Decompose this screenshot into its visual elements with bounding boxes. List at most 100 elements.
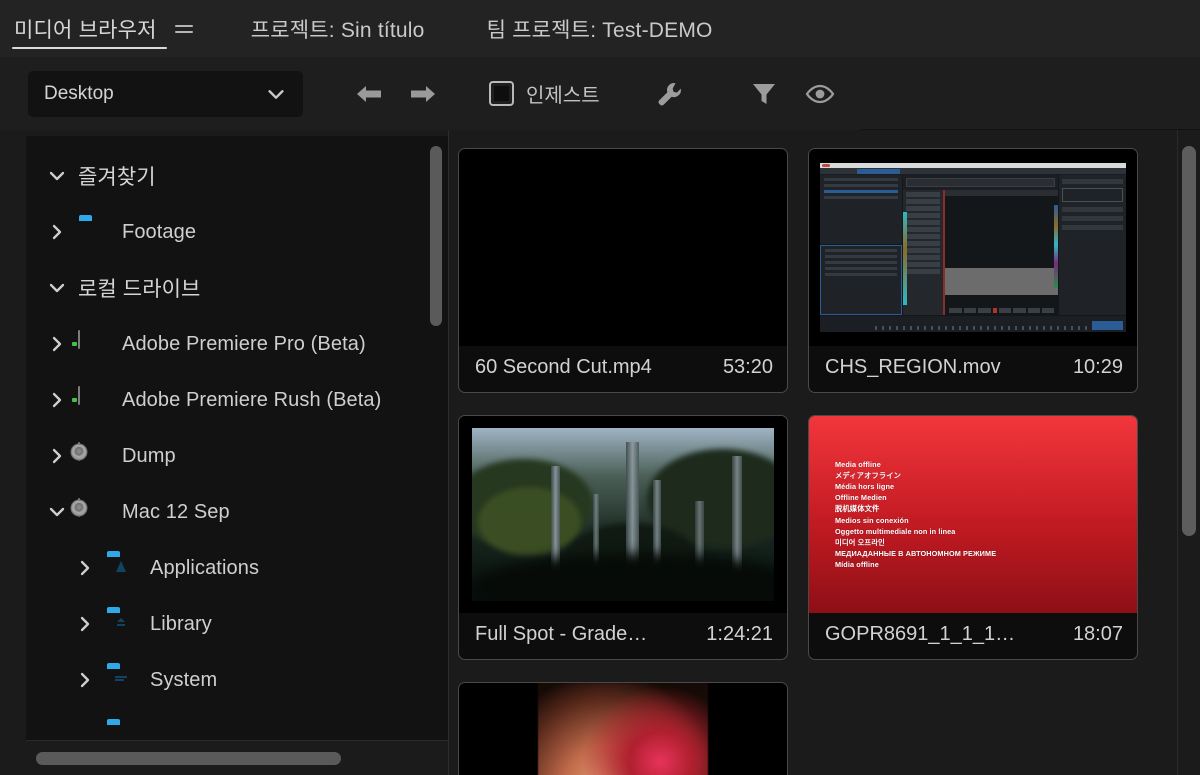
ingest-toggle[interactable]: 인제스트	[489, 79, 600, 108]
drive-icon	[72, 386, 108, 413]
forward-button[interactable]	[407, 81, 437, 107]
chevron-right-icon[interactable]	[40, 446, 74, 466]
media-thumbnail-preview	[459, 416, 787, 613]
offline-line: メディアオフライン	[835, 471, 902, 481]
tab-media-browser-label: 미디어 브라우저	[14, 18, 157, 42]
tree-item-footage[interactable]: Footage	[26, 204, 448, 260]
tree-item-premiere-pro-beta[interactable]: Adobe Premiere Pro (Beta)	[26, 316, 448, 372]
chevron-right-icon[interactable]	[68, 614, 102, 634]
media-item-name: CHS_REGION.mov	[825, 355, 1001, 378]
media-item-60-second-cut[interactable]: 60 Second Cut.mp4 53:20	[458, 148, 788, 393]
media-thumbnail-area: 60 Second Cut.mp4 53:20 CHS_REGION.mov 1…	[448, 130, 1200, 775]
tree-group-favorites-label: 즐겨찾기	[78, 166, 156, 189]
chevron-down-icon[interactable]	[40, 502, 74, 522]
tab-spacer	[203, 28, 237, 29]
media-item-full-spot-grade[interactable]: Full Spot - Grade… 1:24:21	[458, 415, 788, 660]
hamburger-line	[174, 30, 193, 33]
arrow-right-icon	[411, 85, 435, 102]
tree-item-partial[interactable]	[26, 708, 448, 740]
offline-line: 脱机媒体文件	[835, 504, 880, 514]
media-item-chs-region[interactable]: CHS_REGION.mov 10:29	[808, 148, 1138, 393]
tree-group-favorites[interactable]: 즐겨찾기	[26, 148, 448, 204]
tree-item-mac-12-sep-label: Mac 12 Sep	[122, 500, 230, 523]
filter-button[interactable]	[736, 74, 792, 114]
media-item-duration: 53:20	[722, 355, 773, 378]
media-vertical-scrollbar-thumb[interactable]	[1182, 146, 1196, 536]
offline-line: МЕДИАДАННЫЕ В АВТОНОМНОМ РЕЖИМЕ	[835, 548, 997, 558]
folder-icon	[78, 219, 108, 245]
media-browser-toolbar: Desktop 인제스트	[0, 57, 1200, 176]
warm-preview	[537, 683, 709, 775]
chevron-right-icon[interactable]	[40, 390, 74, 410]
media-item-meta: Full Spot - Grade… 1:24:21	[459, 613, 787, 659]
wrench-icon	[658, 82, 681, 106]
offline-line: Medios sin conexión	[835, 515, 909, 525]
sidebar-vertical-scrollbar[interactable]	[430, 146, 442, 326]
preview-toggle-button[interactable]	[792, 74, 848, 114]
forest-preview	[472, 427, 774, 602]
tree-item-dump[interactable]: Dump	[26, 428, 448, 484]
tab-team-project-label: 팀 프로젝트: Test-DEMO	[486, 18, 713, 42]
media-item-name: GOPR8691_1_1_1…	[825, 622, 1016, 645]
back-button[interactable]	[355, 81, 385, 107]
tree-item-system[interactable]: System	[26, 652, 448, 708]
offline-line: 미디어 오프라인	[835, 537, 885, 547]
folder-tree-panel: 즐겨찾기 Footage 로컬 드라이브 Adobe Premiere Pro …	[26, 136, 448, 740]
ingest-settings-button[interactable]	[642, 74, 698, 114]
chevron-down-icon	[268, 89, 284, 99]
folder-icon	[106, 611, 136, 637]
chevron-down-icon[interactable]	[40, 278, 74, 298]
tree-item-library-label: Library	[150, 612, 212, 635]
media-item-name: Full Spot - Grade…	[475, 622, 648, 645]
media-item-meta: CHS_REGION.mov 10:29	[809, 346, 1137, 392]
media-grid: 60 Second Cut.mp4 53:20 CHS_REGION.mov 1…	[458, 140, 1200, 775]
panel-tab-bar: 미디어 브라우저 프로젝트: Sin título 팀 프로젝트: Test-D…	[0, 0, 1200, 57]
tree-item-premiere-pro-beta-label: Adobe Premiere Pro (Beta)	[122, 332, 366, 355]
chevron-right-icon[interactable]	[68, 558, 102, 578]
media-thumbnail-preview: Media offline メディアオフライン Média hors ligne…	[809, 416, 1137, 613]
tree-item-library[interactable]: Library	[26, 596, 448, 652]
chevron-right-icon[interactable]	[68, 670, 102, 690]
folder-tree: 즐겨찾기 Footage 로컬 드라이브 Adobe Premiere Pro …	[26, 136, 448, 740]
ingest-label: 인제스트	[526, 85, 600, 107]
chevron-down-icon[interactable]	[40, 166, 74, 186]
disk-icon	[70, 442, 108, 469]
tree-group-local-drives-label: 로컬 드라이브	[78, 278, 201, 301]
checkbox-icon[interactable]	[489, 81, 514, 106]
tab-team-project[interactable]: 팀 프로젝트: Test-DEMO	[473, 0, 727, 57]
media-item-name: 60 Second Cut.mp4	[475, 355, 652, 378]
panel-divider	[448, 130, 449, 775]
location-dropdown-value: Desktop	[44, 82, 114, 104]
hamburger-line	[174, 24, 193, 27]
media-thumbnail-preview	[809, 149, 1137, 346]
media-thumbnail-preview	[459, 149, 787, 346]
media-item-duration: 18:07	[1072, 622, 1123, 645]
media-item-partial[interactable]	[458, 682, 788, 775]
media-browser-panel: 미디어 브라우저 프로젝트: Sin título 팀 프로젝트: Test-D…	[0, 0, 1200, 775]
tree-item-mac-12-sep[interactable]: Mac 12 Sep	[26, 484, 448, 540]
sidebar-horizontal-scrollbar-thumb[interactable]	[36, 751, 341, 765]
sidebar-horizontal-scrollbar-track[interactable]	[26, 740, 448, 775]
eye-icon	[805, 84, 834, 103]
tab-media-browser[interactable]: 미디어 브라우저	[0, 0, 171, 57]
media-thumbnail-preview	[459, 683, 787, 775]
media-item-gopr8691[interactable]: Media offline メディアオフライン Média hors ligne…	[808, 415, 1138, 660]
panel-menu-icon[interactable]	[174, 21, 197, 37]
folder-icon	[106, 555, 136, 581]
folder-icon	[106, 667, 136, 693]
tab-project[interactable]: 프로젝트: Sin título	[237, 0, 439, 57]
screen-recording-preview	[820, 162, 1126, 333]
tab-spacer	[439, 28, 473, 29]
tree-item-applications[interactable]: Applications	[26, 540, 448, 596]
tree-item-premiere-rush-beta[interactable]: Adobe Premiere Rush (Beta)	[26, 372, 448, 428]
media-item-meta: 60 Second Cut.mp4 53:20	[459, 346, 787, 392]
chevron-right-icon[interactable]	[40, 222, 74, 242]
offline-line: Offline Medien	[835, 493, 887, 503]
tree-item-applications-label: Applications	[150, 556, 260, 579]
disk-icon	[70, 498, 108, 525]
location-dropdown[interactable]: Desktop	[28, 70, 303, 117]
tree-group-local-drives[interactable]: 로컬 드라이브	[26, 260, 448, 316]
chevron-right-icon[interactable]	[40, 334, 74, 354]
tree-item-system-label: System	[150, 668, 218, 691]
drive-icon	[72, 330, 108, 357]
